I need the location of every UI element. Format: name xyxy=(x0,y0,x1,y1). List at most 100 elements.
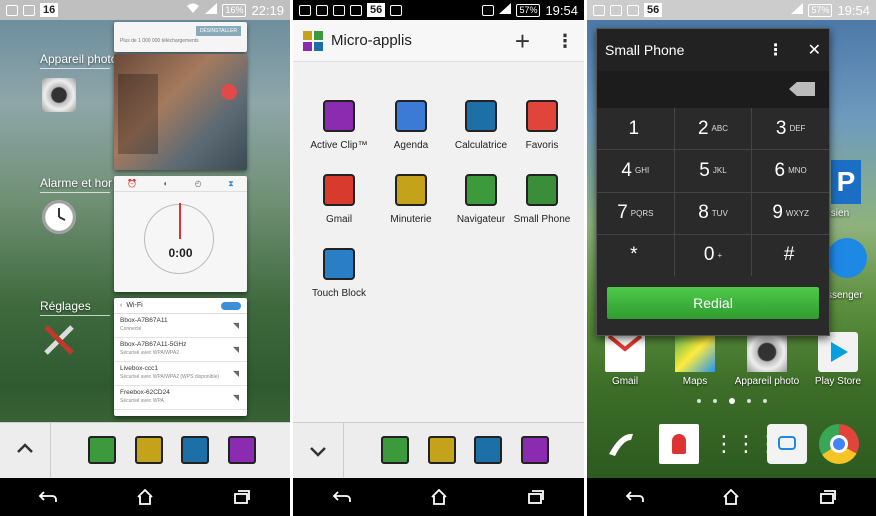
small-app-icon xyxy=(395,100,427,132)
timer-mini-icon[interactable] xyxy=(135,436,163,464)
recent-card-timer[interactable]: ⏰ ◐ ◴ ⧗ 0:00 xyxy=(114,176,247,292)
timer-tab-icon[interactable]: ⧗ xyxy=(228,179,234,189)
world-tab-icon[interactable]: ◐ xyxy=(164,179,169,188)
dial-key[interactable]: 3 DEF xyxy=(752,108,829,150)
overflow-menu-icon[interactable]: ⋮ xyxy=(556,32,574,50)
wifi-network-row[interactable]: Freebox-62CD24 Sécurisé avec WPA ◥ xyxy=(114,386,247,410)
recent-card-wifi[interactable]: ‹ Wi-Fi Bbox-A7B67A11 Connecté ◥ Bbox-A7B67… xyxy=(114,298,247,416)
back-icon[interactable] xyxy=(322,482,362,512)
close-icon[interactable]: ✕ xyxy=(808,40,821,60)
home-icon[interactable] xyxy=(125,482,165,512)
timer-tabs: ⏰ ◐ ◴ ⧗ xyxy=(114,176,247,192)
small-app-label: Gmail xyxy=(325,214,353,225)
person-icon xyxy=(350,4,362,16)
redial-button[interactable]: Redial xyxy=(607,287,819,319)
home-screen-with-small-phone: 56 57% 19:54 P Parisien ssenger Gmail Ma… xyxy=(587,0,876,516)
browser-mini-icon[interactable] xyxy=(88,436,116,464)
clock-icon[interactable] xyxy=(42,200,76,234)
home-icon[interactable] xyxy=(711,482,751,512)
uninstall-button[interactable]: DÉSINSTALLER xyxy=(195,26,241,36)
mail-icon xyxy=(610,4,622,16)
chrome-app-icon[interactable] xyxy=(819,424,859,464)
navigation-bar xyxy=(293,478,584,516)
dial-key-digit: # xyxy=(783,244,795,266)
dial-key[interactable]: 6 MNO xyxy=(752,150,829,192)
small-app-tile[interactable]: Gmail xyxy=(303,174,375,225)
small-app-tile[interactable]: Small Phone xyxy=(506,174,578,225)
dial-key[interactable]: 7 PQRS xyxy=(597,192,674,234)
small-app-tile[interactable]: Favoris xyxy=(506,100,578,151)
play-store-app[interactable]: Play Store xyxy=(802,332,874,387)
back-icon[interactable] xyxy=(615,482,655,512)
active-clip-mini-icon[interactable] xyxy=(228,436,256,464)
page-dot-active[interactable] xyxy=(729,398,735,404)
recent-apps-icon[interactable] xyxy=(516,482,556,512)
maps-app[interactable]: Maps xyxy=(659,332,731,387)
camera-icon[interactable] xyxy=(42,78,76,112)
tools-icon[interactable] xyxy=(42,323,76,357)
wifi-network-status: Connecté xyxy=(120,326,142,332)
dial-key[interactable]: 8 TUV xyxy=(674,192,752,234)
stopwatch-tab-icon[interactable]: ◴ xyxy=(195,179,202,188)
page-dot[interactable] xyxy=(713,399,717,403)
app-drawer-icon[interactable]: ⋮⋮⋮ xyxy=(713,424,779,464)
add-icon[interactable]: + xyxy=(515,28,530,54)
calculator-mini-icon[interactable] xyxy=(474,436,502,464)
active-clip-mini-icon[interactable] xyxy=(521,436,549,464)
recent-apps-icon[interactable] xyxy=(222,482,262,512)
dial-key[interactable]: 1 xyxy=(597,108,674,150)
wifi-network-row[interactable]: Bbox-A7B67A11 Connecté ◥ xyxy=(114,314,247,338)
small-app-tile[interactable]: Agenda xyxy=(375,100,447,151)
page-dot[interactable] xyxy=(697,399,701,403)
timer-mini-icon[interactable] xyxy=(428,436,456,464)
dial-key[interactable]: 9 WXYZ xyxy=(752,192,829,234)
status-bar: 56 57% 19:54 xyxy=(293,0,584,20)
camera-app[interactable]: Appareil photo xyxy=(729,332,805,387)
dial-key[interactable]: 4 GHI xyxy=(597,150,674,192)
phone-app-icon[interactable] xyxy=(601,424,641,464)
dial-key[interactable]: 5 JKL xyxy=(674,150,752,192)
recent-apps-screen: 16 16% 22:19 Appareil photo Alarme et ho… xyxy=(0,0,290,516)
small-app-tile[interactable]: Touch Block xyxy=(303,248,375,299)
dial-key[interactable]: # xyxy=(752,234,829,276)
back-icon[interactable]: ‹ xyxy=(120,302,122,309)
number-display[interactable] xyxy=(597,71,829,108)
back-icon[interactable] xyxy=(28,482,68,512)
calculator-mini-icon[interactable] xyxy=(181,436,209,464)
small-app-icon xyxy=(465,174,497,206)
contacts-app-icon[interactable] xyxy=(659,424,699,464)
browser-mini-icon[interactable] xyxy=(381,436,409,464)
dial-key[interactable]: * xyxy=(597,234,674,276)
wifi-network-row[interactable]: Bbox-A7B67A11-5GHz Sécurisé avec WPA/WPA2… xyxy=(114,338,247,362)
navigation-bar xyxy=(0,478,290,516)
small-app-label: Active Clip™ xyxy=(310,140,368,151)
parisien-app-icon[interactable]: P xyxy=(831,160,861,204)
record-icon xyxy=(221,84,237,100)
small-app-label: Agenda xyxy=(393,140,429,151)
messaging-app-icon[interactable] xyxy=(767,424,807,464)
wifi-network-status: Sécurisé avec WPA/WPA2 (WPS disponible) xyxy=(120,374,220,380)
recent-apps-icon[interactable] xyxy=(808,482,848,512)
wifi-toggle[interactable] xyxy=(221,301,241,310)
page-dot[interactable] xyxy=(747,399,751,403)
dial-key[interactable]: 0 + xyxy=(674,234,752,276)
home-icon[interactable] xyxy=(419,482,459,512)
image-icon xyxy=(299,4,311,16)
recent-card-store[interactable]: Plus de 1 000 000 téléchargements DÉSINS… xyxy=(114,22,247,52)
mute-icon xyxy=(482,4,495,16)
gmail-icon xyxy=(605,332,645,372)
messenger-app-icon[interactable] xyxy=(827,238,867,278)
backspace-icon[interactable] xyxy=(789,82,815,96)
gmail-app[interactable]: Gmail xyxy=(589,332,661,387)
alarm-tab-icon[interactable]: ⏰ xyxy=(127,179,137,188)
collapse-icon[interactable] xyxy=(309,445,327,463)
wifi-network-row[interactable]: Livebox-ccc1 Sécurisé avec WPA/WPA2 (WPS … xyxy=(114,362,247,386)
small-app-tile[interactable]: Minuterie xyxy=(375,174,447,225)
expand-icon[interactable] xyxy=(16,441,34,459)
dial-key[interactable]: 2 ABC xyxy=(674,108,752,150)
page-dot[interactable] xyxy=(763,399,767,403)
recent-card-browser[interactable] xyxy=(114,54,247,170)
wifi-signal-icon: ◥ xyxy=(232,345,239,354)
small-app-tile[interactable]: Active Clip™ xyxy=(303,100,375,151)
overflow-menu-icon[interactable]: ⋮ xyxy=(768,40,784,60)
